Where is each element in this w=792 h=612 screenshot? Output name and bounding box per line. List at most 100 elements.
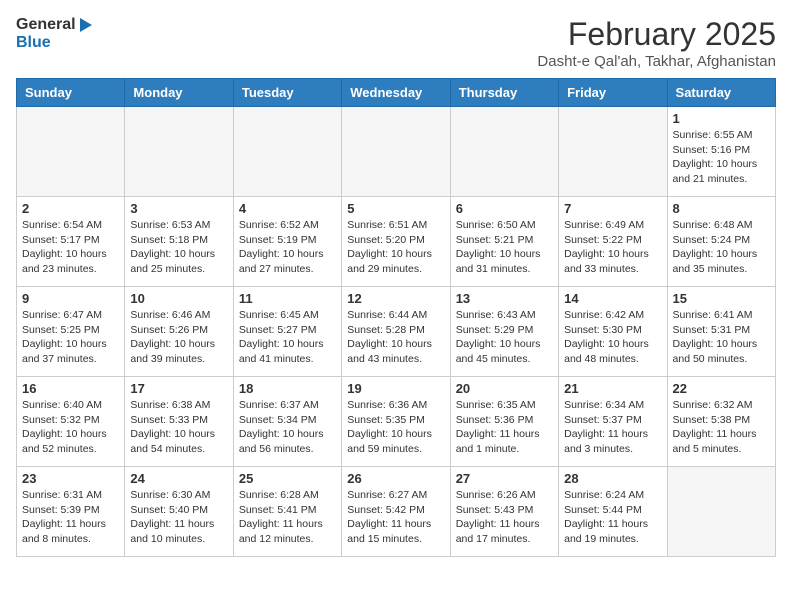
calendar-cell: 12 Sunrise: 6:44 AM Sunset: 5:28 PM Dayli… bbox=[342, 287, 450, 377]
day-number: 25 bbox=[239, 471, 336, 486]
day-info: Sunrise: 6:38 AM Sunset: 5:33 PM Dayligh… bbox=[130, 398, 227, 457]
page-title: February 2025 bbox=[537, 16, 776, 53]
day-info: Sunrise: 6:51 AM Sunset: 5:20 PM Dayligh… bbox=[347, 218, 444, 277]
calendar-cell bbox=[667, 467, 775, 557]
day-info: Sunrise: 6:47 AM Sunset: 5:25 PM Dayligh… bbox=[22, 308, 119, 367]
calendar-cell bbox=[17, 107, 125, 197]
calendar-cell: 26 Sunrise: 6:27 AM Sunset: 5:42 PM Dayli… bbox=[342, 467, 450, 557]
calendar-cell: 21 Sunrise: 6:34 AM Sunset: 5:37 PM Dayli… bbox=[559, 377, 667, 467]
logo-triangle-icon bbox=[80, 18, 92, 32]
day-number: 28 bbox=[564, 471, 661, 486]
day-info: Sunrise: 6:32 AM Sunset: 5:38 PM Dayligh… bbox=[673, 398, 770, 457]
logo-blue-text: Blue bbox=[16, 34, 51, 51]
page-subtitle: Dasht-e Qal'ah, Takhar, Afghanistan bbox=[537, 53, 776, 70]
day-info: Sunrise: 6:40 AM Sunset: 5:32 PM Dayligh… bbox=[22, 398, 119, 457]
calendar-cell: 13 Sunrise: 6:43 AM Sunset: 5:29 PM Dayli… bbox=[450, 287, 558, 377]
day-info: Sunrise: 6:27 AM Sunset: 5:42 PM Dayligh… bbox=[347, 488, 444, 547]
day-number: 8 bbox=[673, 201, 770, 216]
calendar-cell bbox=[559, 107, 667, 197]
day-info: Sunrise: 6:49 AM Sunset: 5:22 PM Dayligh… bbox=[564, 218, 661, 277]
day-number: 20 bbox=[456, 381, 553, 396]
calendar-cell bbox=[125, 107, 233, 197]
day-number: 24 bbox=[130, 471, 227, 486]
calendar-cell: 9 Sunrise: 6:47 AM Sunset: 5:25 PM Daylig… bbox=[17, 287, 125, 377]
day-number: 18 bbox=[239, 381, 336, 396]
day-number: 12 bbox=[347, 291, 444, 306]
calendar-cell: 5 Sunrise: 6:51 AM Sunset: 5:20 PM Daylig… bbox=[342, 197, 450, 287]
day-number: 23 bbox=[22, 471, 119, 486]
calendar-cell: 4 Sunrise: 6:52 AM Sunset: 5:19 PM Daylig… bbox=[233, 197, 341, 287]
day-info: Sunrise: 6:50 AM Sunset: 5:21 PM Dayligh… bbox=[456, 218, 553, 277]
calendar-cell: 27 Sunrise: 6:26 AM Sunset: 5:43 PM Dayli… bbox=[450, 467, 558, 557]
calendar-cell: 19 Sunrise: 6:36 AM Sunset: 5:35 PM Dayli… bbox=[342, 377, 450, 467]
calendar-header-sunday: Sunday bbox=[17, 79, 125, 107]
calendar-week-row: 23 Sunrise: 6:31 AM Sunset: 5:39 PM Dayli… bbox=[17, 467, 776, 557]
calendar-cell: 16 Sunrise: 6:40 AM Sunset: 5:32 PM Dayli… bbox=[17, 377, 125, 467]
day-number: 19 bbox=[347, 381, 444, 396]
calendar-cell: 24 Sunrise: 6:30 AM Sunset: 5:40 PM Dayli… bbox=[125, 467, 233, 557]
calendar-header-tuesday: Tuesday bbox=[233, 79, 341, 107]
calendar-cell bbox=[342, 107, 450, 197]
day-info: Sunrise: 6:54 AM Sunset: 5:17 PM Dayligh… bbox=[22, 218, 119, 277]
calendar-cell: 1 Sunrise: 6:55 AM Sunset: 5:16 PM Daylig… bbox=[667, 107, 775, 197]
day-info: Sunrise: 6:34 AM Sunset: 5:37 PM Dayligh… bbox=[564, 398, 661, 457]
calendar-cell: 6 Sunrise: 6:50 AM Sunset: 5:21 PM Daylig… bbox=[450, 197, 558, 287]
calendar-cell: 20 Sunrise: 6:35 AM Sunset: 5:36 PM Dayli… bbox=[450, 377, 558, 467]
day-number: 13 bbox=[456, 291, 553, 306]
day-number: 1 bbox=[673, 111, 770, 126]
calendar-cell: 14 Sunrise: 6:42 AM Sunset: 5:30 PM Dayli… bbox=[559, 287, 667, 377]
calendar-header-row: SundayMondayTuesdayWednesdayThursdayFrid… bbox=[17, 79, 776, 107]
day-number: 2 bbox=[22, 201, 119, 216]
calendar-week-row: 2 Sunrise: 6:54 AM Sunset: 5:17 PM Daylig… bbox=[17, 197, 776, 287]
calendar-cell: 22Sunrise: 6:32 AM Sunset: 5:38 PM Dayli… bbox=[667, 377, 775, 467]
day-number: 6 bbox=[456, 201, 553, 216]
day-info: Sunrise: 6:26 AM Sunset: 5:43 PM Dayligh… bbox=[456, 488, 553, 547]
calendar-cell: 7 Sunrise: 6:49 AM Sunset: 5:22 PM Daylig… bbox=[559, 197, 667, 287]
calendar-week-row: 9 Sunrise: 6:47 AM Sunset: 5:25 PM Daylig… bbox=[17, 287, 776, 377]
calendar-week-row: 1 Sunrise: 6:55 AM Sunset: 5:16 PM Daylig… bbox=[17, 107, 776, 197]
calendar-cell bbox=[450, 107, 558, 197]
day-number: 27 bbox=[456, 471, 553, 486]
calendar-header-saturday: Saturday bbox=[667, 79, 775, 107]
calendar-cell: 10 Sunrise: 6:46 AM Sunset: 5:26 PM Dayli… bbox=[125, 287, 233, 377]
calendar-cell: 8 Sunrise: 6:48 AM Sunset: 5:24 PM Daylig… bbox=[667, 197, 775, 287]
day-info: Sunrise: 6:43 AM Sunset: 5:29 PM Dayligh… bbox=[456, 308, 553, 367]
calendar-header-monday: Monday bbox=[125, 79, 233, 107]
day-number: 10 bbox=[130, 291, 227, 306]
day-info: Sunrise: 6:45 AM Sunset: 5:27 PM Dayligh… bbox=[239, 308, 336, 367]
day-info: Sunrise: 6:44 AM Sunset: 5:28 PM Dayligh… bbox=[347, 308, 444, 367]
calendar-cell bbox=[233, 107, 341, 197]
day-info: Sunrise: 6:36 AM Sunset: 5:35 PM Dayligh… bbox=[347, 398, 444, 457]
day-info: Sunrise: 6:55 AM Sunset: 5:16 PM Dayligh… bbox=[673, 128, 770, 187]
day-number: 3 bbox=[130, 201, 227, 216]
day-info: Sunrise: 6:35 AM Sunset: 5:36 PM Dayligh… bbox=[456, 398, 553, 457]
day-info: Sunrise: 6:28 AM Sunset: 5:41 PM Dayligh… bbox=[239, 488, 336, 547]
day-number: 15 bbox=[673, 291, 770, 306]
day-number: 9 bbox=[22, 291, 119, 306]
calendar-header-friday: Friday bbox=[559, 79, 667, 107]
calendar-cell: 23 Sunrise: 6:31 AM Sunset: 5:39 PM Dayli… bbox=[17, 467, 125, 557]
day-info: Sunrise: 6:24 AM Sunset: 5:44 PM Dayligh… bbox=[564, 488, 661, 547]
page-header: General Blue February 2025 Dasht-e Qal'a… bbox=[16, 16, 776, 70]
day-number: 14 bbox=[564, 291, 661, 306]
day-info: Sunrise: 6:46 AM Sunset: 5:26 PM Dayligh… bbox=[130, 308, 227, 367]
day-info: Sunrise: 6:37 AM Sunset: 5:34 PM Dayligh… bbox=[239, 398, 336, 457]
day-number: 16 bbox=[22, 381, 119, 396]
logo: General Blue bbox=[16, 16, 92, 52]
day-number: 26 bbox=[347, 471, 444, 486]
day-number: 7 bbox=[564, 201, 661, 216]
calendar-header-wednesday: Wednesday bbox=[342, 79, 450, 107]
day-number: 4 bbox=[239, 201, 336, 216]
day-info: Sunrise: 6:42 AM Sunset: 5:30 PM Dayligh… bbox=[564, 308, 661, 367]
day-info: Sunrise: 6:48 AM Sunset: 5:24 PM Dayligh… bbox=[673, 218, 770, 277]
calendar-week-row: 16 Sunrise: 6:40 AM Sunset: 5:32 PM Dayli… bbox=[17, 377, 776, 467]
logo-general-text: General bbox=[16, 16, 76, 34]
day-number: 21 bbox=[564, 381, 661, 396]
calendar-cell: 3Sunrise: 6:53 AM Sunset: 5:18 PM Daylig… bbox=[125, 197, 233, 287]
day-info: Sunrise: 6:30 AM Sunset: 5:40 PM Dayligh… bbox=[130, 488, 227, 547]
day-info: Sunrise: 6:52 AM Sunset: 5:19 PM Dayligh… bbox=[239, 218, 336, 277]
day-number: 17 bbox=[130, 381, 227, 396]
title-block: February 2025 Dasht-e Qal'ah, Takhar, Af… bbox=[537, 16, 776, 70]
day-number: 5 bbox=[347, 201, 444, 216]
day-info: Sunrise: 6:31 AM Sunset: 5:39 PM Dayligh… bbox=[22, 488, 119, 547]
